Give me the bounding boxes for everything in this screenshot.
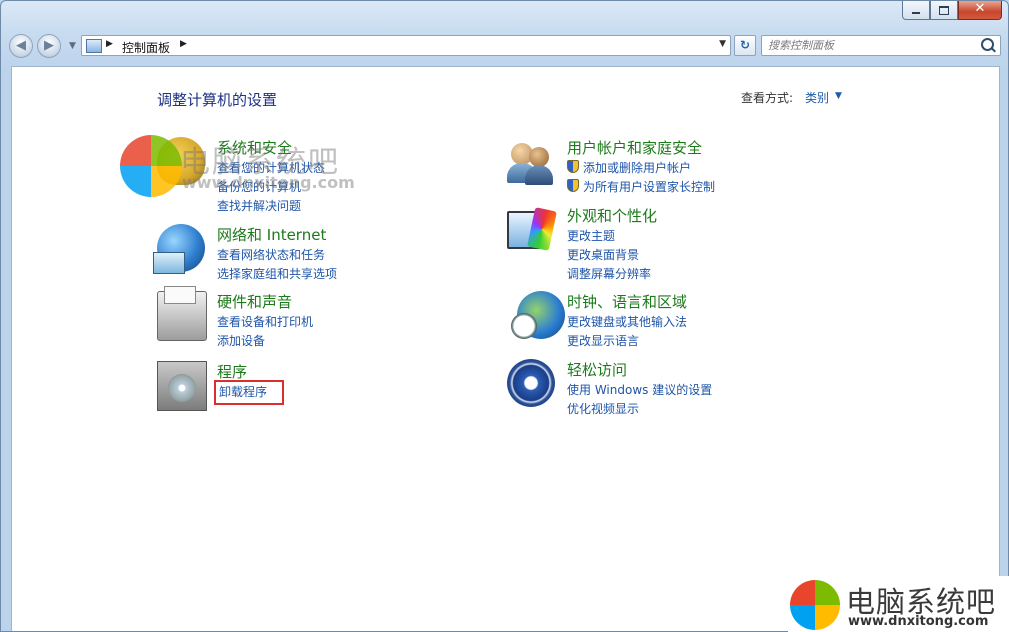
refresh-button[interactable]: ↻ [734,35,756,56]
task-link[interactable]: 查找并解决问题 [217,197,325,216]
uac-shield-icon [567,160,579,173]
programs-icon[interactable] [157,361,207,411]
category-title[interactable]: 程序 [217,361,247,382]
task-link[interactable]: 更改显示语言 [567,332,687,351]
hardware-sound-icon[interactable] [157,286,207,341]
uninstall-program-link[interactable]: 卸载程序 [213,380,285,405]
category-title[interactable]: 用户帐户和家庭安全 [567,137,702,158]
task-link[interactable]: 添加设备 [217,332,313,351]
category-title[interactable]: 轻松访问 [567,359,627,380]
task-link[interactable]: 使用 Windows 建议的设置 [567,381,712,400]
task-link-label: 添加或删除用户帐户 [583,161,692,175]
address-bar[interactable]: ▶ 控制面板 ▶ ▼ [81,35,731,56]
search-input[interactable] [761,35,1001,56]
minimize-icon [912,12,920,14]
forward-button[interactable]: ▶ [37,34,61,58]
breadcrumb-separator-icon[interactable]: ▶ [180,39,187,49]
navigation-bar: ◀ ▶ ▼ ▶ 控制面板 ▶ ▼ ↻ [9,33,1001,61]
category-title[interactable]: 硬件和声音 [217,291,292,312]
search-icon[interactable] [981,38,994,51]
control-panel-icon [86,39,102,53]
task-link[interactable]: 调整屏幕分辨率 [567,265,651,284]
watermark-url: www.dnxitong.com [182,173,355,192]
back-arrow-icon: ◀ [16,38,26,53]
caption-buttons: ✕ [902,1,1002,20]
task-link[interactable]: 选择家庭组和共享选项 [217,265,337,284]
task-link-label: 为所有用户设置家长控制 [583,180,716,194]
category-title[interactable]: 时钟、语言和区域 [567,291,687,312]
watermark-corner: 电脑系统吧 www.dnxitong.com [788,576,1009,632]
watermark-logo-icon [790,580,840,630]
uac-shield-icon [567,179,579,192]
ease-of-access-icon[interactable] [507,359,555,407]
task-link[interactable]: 优化视频显示 [567,400,712,419]
watermark-url: www.dnxitong.com [848,614,989,629]
address-dropdown-icon[interactable]: ▼ [719,39,726,49]
clock-language-region-icon[interactable] [511,291,565,339]
watermark-logo-icon [120,135,182,197]
category-title[interactable]: 外观和个性化 [567,205,657,226]
appearance-icon[interactable] [507,211,545,249]
network-internet-icon[interactable] [153,224,205,274]
recent-pages-dropdown[interactable]: ▼ [69,41,76,51]
content-area: 调整计算机的设置 查看方式: 类别 ▼ 系统和安全 查看您的计算机状态 备份您的… [11,66,1000,631]
back-button[interactable]: ◀ [9,34,33,58]
category-title[interactable]: 网络和 Internet [217,224,326,245]
breadcrumb-separator-icon[interactable]: ▶ [106,39,113,49]
breadcrumb-control-panel[interactable]: 控制面板 [122,39,170,56]
task-link[interactable]: 更改键盘或其他输入法 [567,313,687,332]
task-link[interactable]: 查看设备和打印机 [217,313,313,332]
user-accounts-icon[interactable] [507,137,555,185]
close-button[interactable]: ✕ [958,1,1002,20]
page-title: 调整计算机的设置 [157,91,278,109]
maximize-icon [939,6,949,15]
view-by-dropdown[interactable]: 类别 [805,89,829,106]
task-link[interactable]: 为所有用户设置家长控制 [567,178,715,197]
task-link[interactable]: 添加或删除用户帐户 [567,159,715,178]
view-by-label: 查看方式: [741,91,794,105]
refresh-icon: ↻ [739,38,751,52]
task-link[interactable]: 更改主题 [567,227,651,246]
close-icon: ✕ [974,1,986,16]
minimize-button[interactable] [902,1,930,20]
task-link[interactable]: 更改桌面背景 [567,246,651,265]
forward-arrow-icon: ▶ [44,38,54,53]
control-panel-window: ✕ ◀ ▶ ▼ ▶ 控制面板 ▶ ▼ ↻ 调整计算机的设置 查看方式: 类别 ▼… [0,0,1009,632]
chevron-down-icon[interactable]: ▼ [835,91,842,101]
maximize-button[interactable] [930,1,958,20]
task-link[interactable]: 查看网络状态和任务 [217,246,337,265]
